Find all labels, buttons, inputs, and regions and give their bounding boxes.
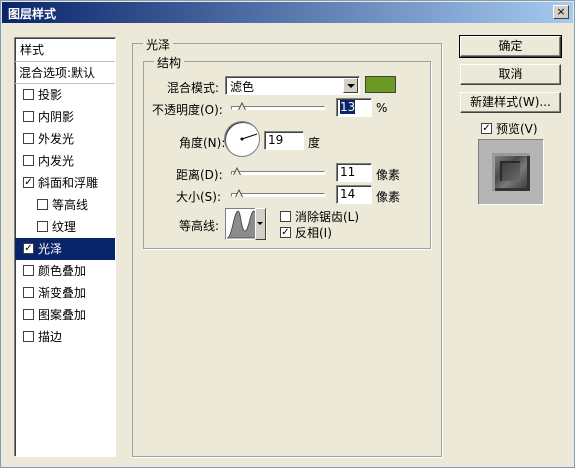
angle-label: 角度(N): [179, 136, 226, 150]
drop-shadow-checkbox[interactable] [23, 89, 34, 100]
invert-option[interactable]: ✓ 反相(I) [280, 224, 332, 241]
antialias-label: 消除锯齿(L) [295, 210, 360, 224]
color-overlay-checkbox[interactable] [23, 265, 34, 276]
distance-slider-thumb[interactable] [233, 167, 242, 176]
antialias-option[interactable]: 消除锯齿(L) [280, 208, 359, 225]
angle-dial[interactable] [224, 121, 260, 157]
style-item-label: 颜色叠加 [38, 264, 87, 278]
angle-unit: 度 [308, 136, 321, 150]
style-item-label: 外发光 [38, 132, 75, 146]
satin-group-title: 光泽 [143, 36, 174, 53]
title-bar: 图层样式 × [2, 2, 573, 23]
distance-slider-track[interactable] [231, 171, 325, 175]
preview-thumbnail [492, 153, 530, 191]
style-item-label: 描边 [38, 330, 63, 344]
size-slider-track[interactable] [231, 193, 325, 197]
preview-checkbox[interactable]: ✓ [481, 123, 492, 134]
size-slider-thumb[interactable] [235, 189, 244, 198]
distance-label: 距离(D): [176, 168, 223, 182]
style-item-label: 内阴影 [38, 110, 75, 124]
opacity-slider-thumb[interactable] [238, 102, 247, 111]
bevel-emboss-checkbox[interactable]: ✓ [23, 177, 34, 188]
angle-dial-needle-icon [240, 133, 258, 141]
inner-glow-checkbox[interactable] [23, 155, 34, 166]
gradient-overlay-checkbox[interactable] [23, 287, 34, 298]
blend-mode-label: 混合模式: [167, 81, 220, 95]
blend-mode-value: 滤色 [230, 80, 255, 94]
contour-label: 等高线: [179, 219, 220, 233]
style-preview [478, 139, 544, 205]
style-item-label: 内发光 [38, 154, 75, 168]
style-item-label: 渐变叠加 [38, 286, 87, 300]
distance-input[interactable]: 11 [336, 163, 372, 182]
opacity-label: 不透明度(O): [152, 103, 223, 117]
texture-checkbox[interactable] [37, 221, 48, 232]
preview-label: 预览(V) [496, 122, 538, 136]
angle-input[interactable]: 19 [264, 131, 304, 150]
new-style-button[interactable]: 新建样式(W)... [460, 92, 561, 113]
layer-style-dialog: 图层样式 × 样式 混合选项:默认 投影 内阴影 外发光 内发光 ✓ 斜面和浮雕 … [0, 0, 575, 468]
contour-dropdown-button[interactable] [255, 208, 266, 240]
size-unit: 像素 [376, 190, 401, 204]
opacity-unit: % [376, 101, 388, 115]
opacity-value: 13 [340, 100, 356, 114]
style-item-label: 光泽 [38, 242, 63, 256]
invert-label: 反相(I) [295, 226, 332, 240]
style-item-outer-glow[interactable]: 外发光 [15, 128, 115, 150]
styles-list-header[interactable]: 样式 [15, 38, 115, 62]
style-item-color-overlay[interactable]: 颜色叠加 [15, 260, 115, 282]
style-item-label: 图案叠加 [38, 308, 87, 322]
blend-mode-select[interactable]: 滤色 [225, 76, 360, 95]
style-item-label: 纹理 [52, 220, 77, 234]
blend-color-swatch[interactable] [365, 76, 396, 93]
style-item-contour[interactable]: 等高线 [15, 194, 115, 216]
inner-shadow-checkbox[interactable] [23, 111, 34, 122]
style-item-bevel-emboss[interactable]: ✓ 斜面和浮雕 [15, 172, 115, 194]
preview-option[interactable]: ✓ 预览(V) [481, 120, 538, 137]
size-label: 大小(S): [176, 190, 222, 204]
outer-glow-checkbox[interactable] [23, 133, 34, 144]
satin-checkbox[interactable]: ✓ [23, 243, 34, 254]
style-item-gradient-overlay[interactable]: 渐变叠加 [15, 282, 115, 304]
style-item-pattern-overlay[interactable]: 图案叠加 [15, 304, 115, 326]
style-item-label: 等高线 [52, 198, 89, 212]
style-item-satin[interactable]: ✓ 光泽 [15, 238, 115, 260]
style-item-stroke[interactable]: 描边 [15, 326, 115, 348]
chevron-down-icon[interactable] [343, 78, 358, 93]
style-item-inner-shadow[interactable]: 内阴影 [15, 106, 115, 128]
style-item-inner-glow[interactable]: 内发光 [15, 150, 115, 172]
ok-button[interactable]: 确定 [459, 35, 562, 58]
invert-checkbox[interactable]: ✓ [280, 227, 291, 238]
antialias-checkbox[interactable] [280, 211, 291, 222]
window-title: 图层样式 [8, 7, 57, 21]
cancel-button[interactable]: 取消 [460, 64, 561, 85]
blending-options-item[interactable]: 混合选项:默认 [15, 62, 115, 84]
stroke-checkbox[interactable] [23, 331, 34, 342]
opacity-input[interactable]: 13 [336, 98, 372, 117]
pattern-overlay-checkbox[interactable] [23, 309, 34, 320]
close-button[interactable]: × [553, 5, 569, 19]
structure-group-title: 结构 [154, 54, 185, 71]
distance-unit: 像素 [376, 168, 401, 182]
style-item-label: 斜面和浮雕 [38, 176, 99, 190]
styles-list: 样式 混合选项:默认 投影 内阴影 外发光 内发光 ✓ 斜面和浮雕 等高线 纹理 … [14, 37, 116, 457]
size-input[interactable]: 14 [336, 185, 372, 204]
contour-checkbox[interactable] [37, 199, 48, 210]
style-item-texture[interactable]: 纹理 [15, 216, 115, 238]
style-item-label: 投影 [38, 88, 63, 102]
style-item-drop-shadow[interactable]: 投影 [15, 84, 115, 106]
